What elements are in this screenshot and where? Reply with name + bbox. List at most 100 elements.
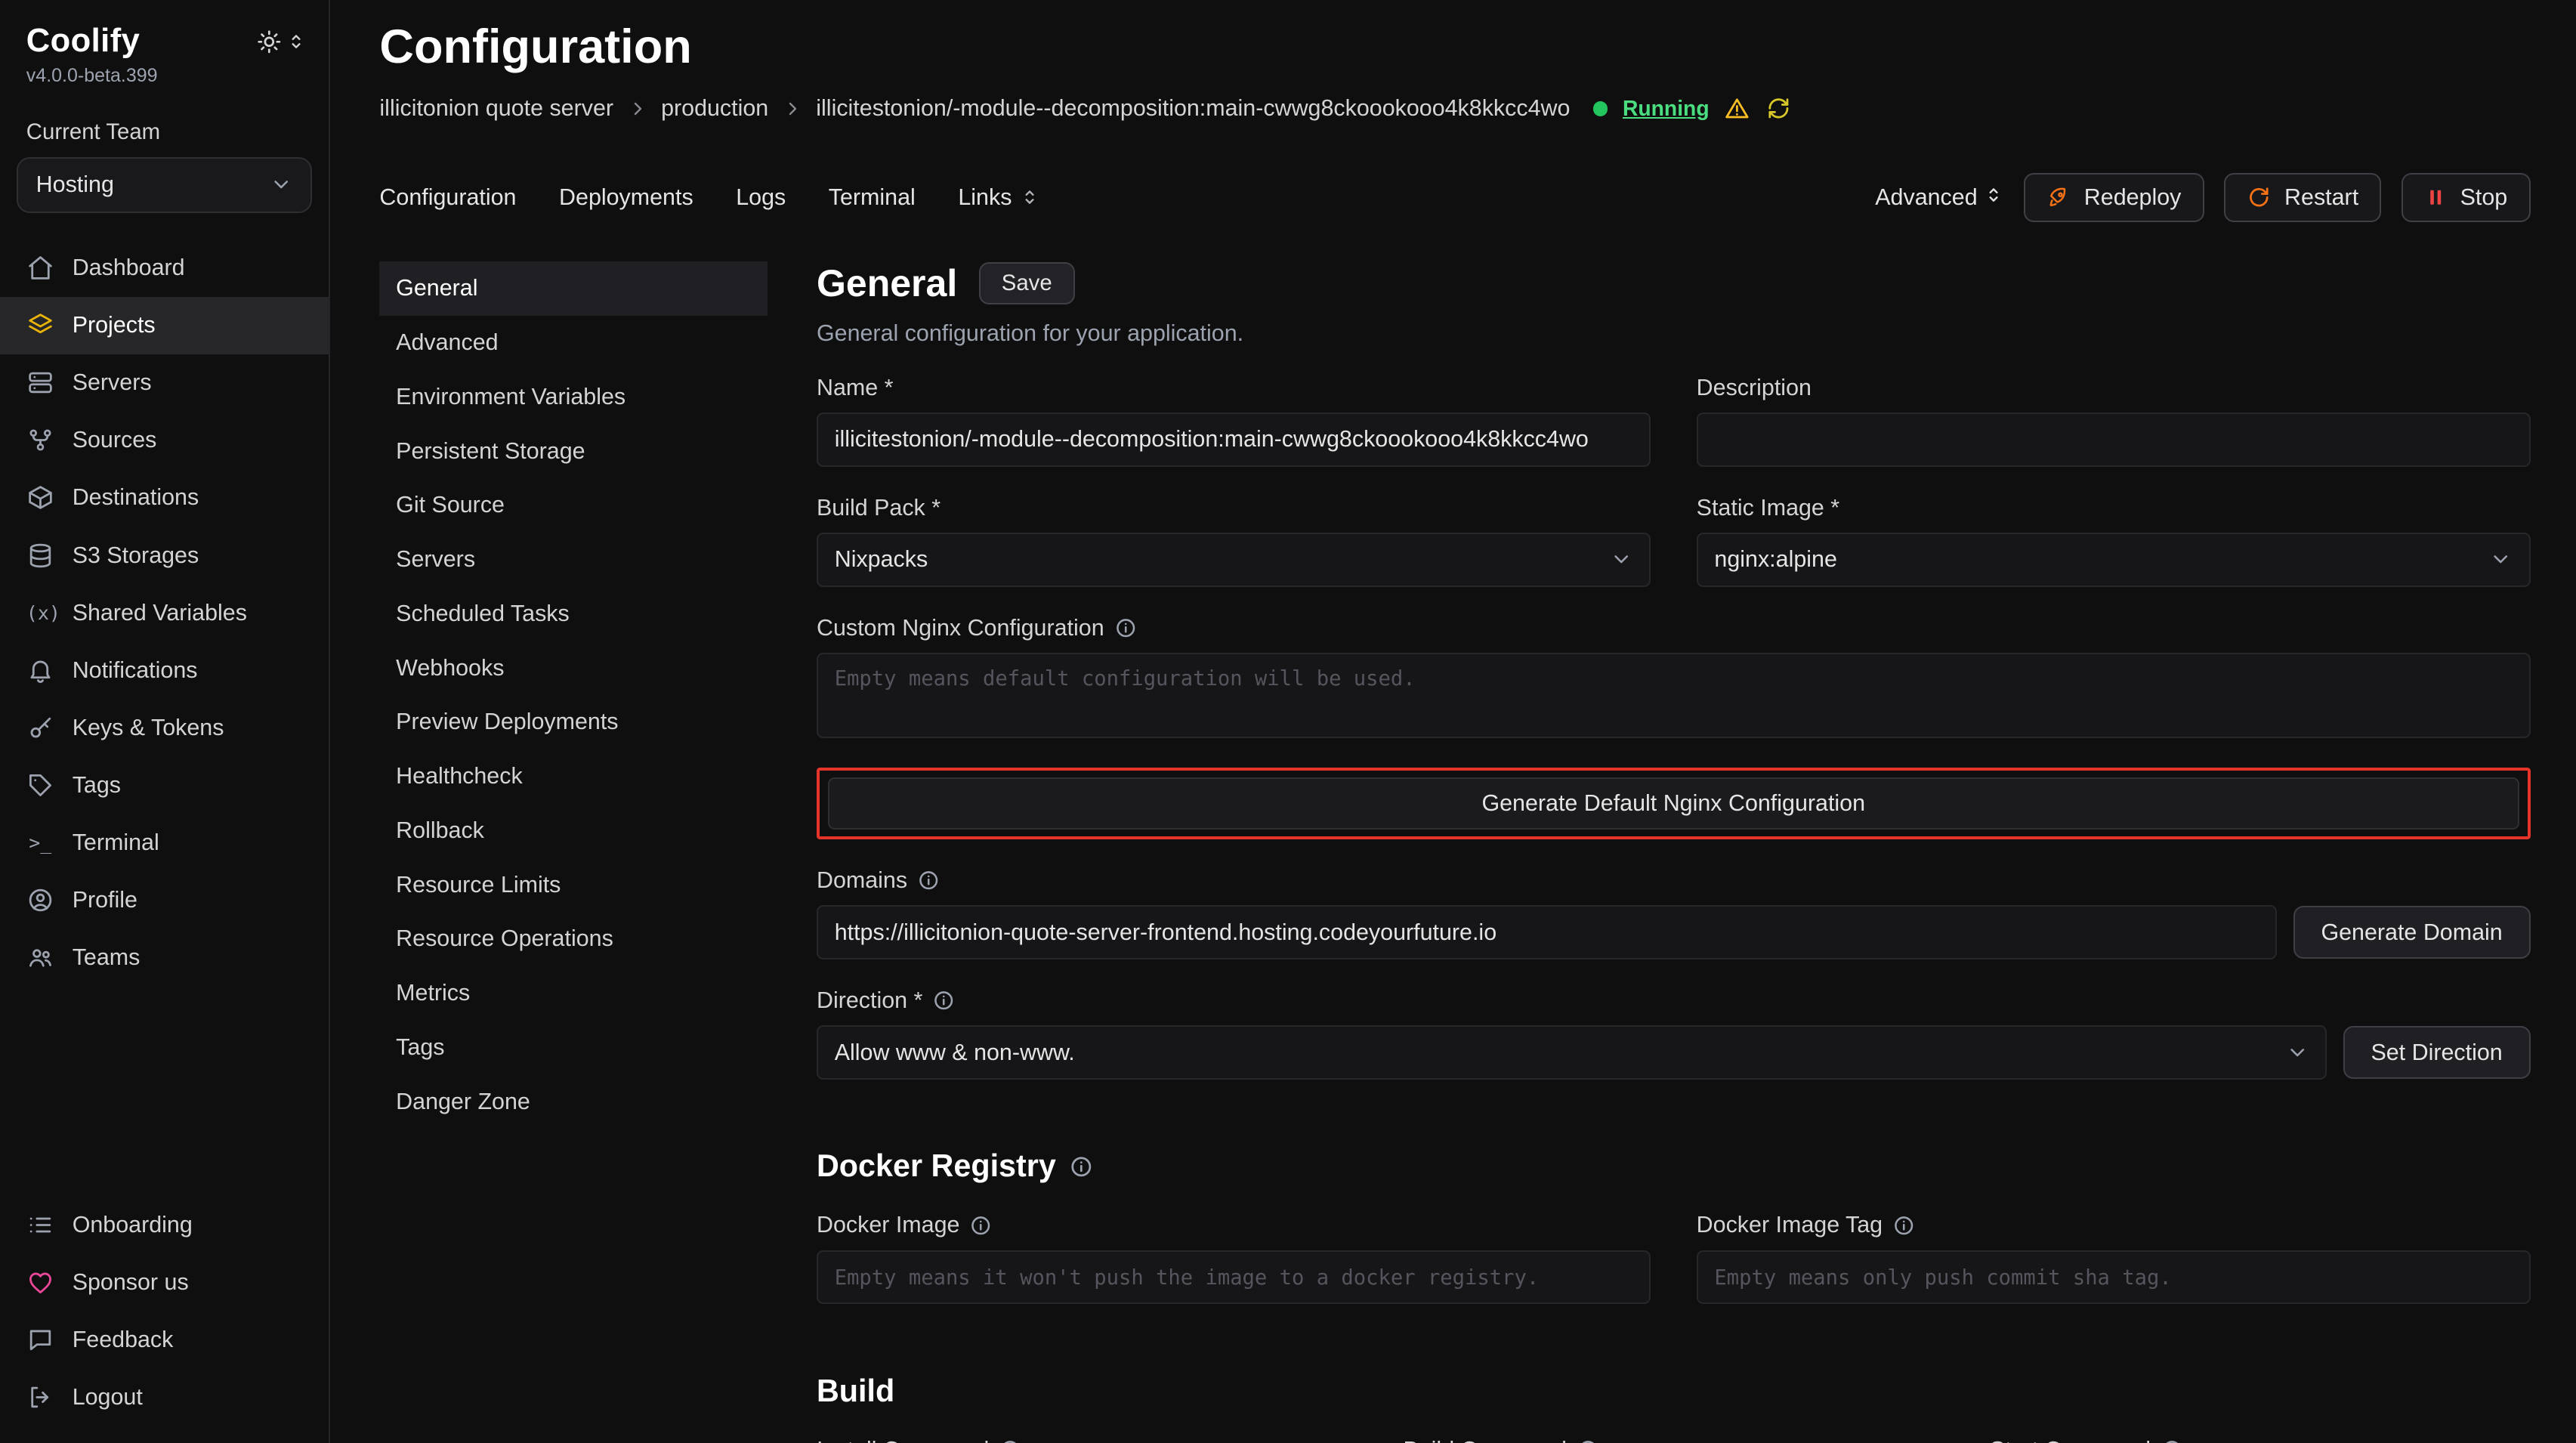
sidebar-item-profile[interactable]: Profile	[0, 872, 329, 929]
save-button[interactable]: Save	[979, 262, 1075, 304]
tab-label: Terminal	[829, 184, 916, 211]
variable-x-icon: (x)	[26, 602, 54, 624]
redeploy-button[interactable]: Redeploy	[2024, 173, 2204, 222]
sidebar: Coolify v4.0.0-beta.399 Current Team Hos…	[0, 0, 330, 1443]
direction-select[interactable]: Allow www & non-www.	[817, 1025, 2327, 1080]
restart-button[interactable]: Restart	[2224, 173, 2382, 222]
sidebar-item-shared-variables[interactable]: (x) Shared Variables	[0, 584, 329, 641]
subnav-item-preview-deployments[interactable]: Preview Deployments	[379, 695, 767, 749]
breadcrumb-project[interactable]: illicitonion quote server	[379, 95, 613, 122]
info-icon[interactable]	[999, 1438, 1021, 1443]
info-icon[interactable]	[1069, 1154, 1094, 1179]
generate-domain-button[interactable]: Generate Domain	[2293, 906, 2531, 958]
info-icon[interactable]	[917, 869, 940, 891]
subnav-item-webhooks[interactable]: Webhooks	[379, 641, 767, 695]
app-logo[interactable]: Coolify	[26, 23, 140, 60]
breadcrumb-environment[interactable]: production	[661, 95, 768, 122]
breadcrumb-resource[interactable]: illicitestonion/-module--decomposition:m…	[816, 95, 1570, 122]
git-fork-icon	[26, 426, 54, 454]
subnav-item-servers[interactable]: Servers	[379, 533, 767, 587]
tab-label: Logs	[736, 184, 786, 211]
sidebar-item-s3-storages[interactable]: S3 Storages	[0, 527, 329, 584]
sidebar-item-label: Dashboard	[73, 255, 185, 281]
start-command-label: Start Command	[1990, 1437, 2531, 1443]
sidebar-item-sources[interactable]: Sources	[0, 412, 329, 469]
subnav-item-resource-limits[interactable]: Resource Limits	[379, 857, 767, 912]
generate-nginx-config-button[interactable]: Generate Default Nginx Configuration	[828, 777, 2519, 830]
subnav-item-persistent-storage[interactable]: Persistent Storage	[379, 424, 767, 478]
subnav-item-general[interactable]: General	[379, 261, 767, 316]
sidebar-item-logout[interactable]: Logout	[0, 1369, 329, 1426]
status-badge[interactable]: Running	[1623, 96, 1710, 121]
tab-configuration[interactable]: Configuration	[379, 184, 516, 211]
sidebar-item-label: S3 Storages	[73, 542, 199, 569]
description-input[interactable]	[1697, 413, 2531, 467]
configuration-content: General Advanced Environment Variables P…	[379, 261, 2530, 1443]
subnav-item-rollback[interactable]: Rollback	[379, 804, 767, 858]
rocket-icon	[2046, 185, 2071, 210]
info-icon[interactable]	[1892, 1214, 1915, 1237]
theme-controls	[257, 29, 306, 54]
tab-deployments[interactable]: Deployments	[559, 184, 693, 211]
description-field-group: Description	[1697, 347, 2531, 467]
sidebar-item-onboarding[interactable]: Onboarding	[0, 1196, 329, 1253]
nginx-config-textarea[interactable]	[817, 653, 2531, 738]
info-icon[interactable]	[2161, 1438, 2183, 1443]
tab-terminal[interactable]: Terminal	[829, 184, 916, 211]
tab-links[interactable]: Links	[958, 184, 1039, 211]
sidebar-item-notifications[interactable]: Notifications	[0, 641, 329, 699]
sidebar-item-dashboard[interactable]: Dashboard	[0, 239, 329, 296]
sidebar-item-label: Terminal	[73, 830, 159, 856]
theme-sun-icon[interactable]	[257, 29, 282, 54]
info-icon[interactable]	[1577, 1438, 1599, 1443]
subnav-item-environment-variables[interactable]: Environment Variables	[379, 370, 767, 425]
sidebar-item-label: Feedback	[73, 1327, 174, 1353]
subnav-item-metrics[interactable]: Metrics	[379, 966, 767, 1021]
app-version: v4.0.0-beta.399	[0, 60, 329, 87]
docker-image-input[interactable]	[817, 1250, 1651, 1305]
stop-button[interactable]: Stop	[2401, 173, 2531, 222]
sidebar-item-projects[interactable]: Projects	[0, 297, 329, 354]
name-input[interactable]	[817, 413, 1651, 467]
docker-registry-title-text: Docker Registry	[817, 1148, 1056, 1184]
subnav-item-tags[interactable]: Tags	[379, 1021, 767, 1075]
server-icon	[26, 369, 54, 397]
sidebar-item-feedback[interactable]: Feedback	[0, 1312, 329, 1369]
subnav-item-healthcheck[interactable]: Healthcheck	[379, 749, 767, 804]
info-icon[interactable]	[969, 1214, 992, 1237]
chevron-down-icon	[1610, 548, 1632, 570]
sidebar-item-label: Tags	[73, 772, 121, 799]
refresh-cycle-icon[interactable]	[1765, 95, 1792, 122]
advanced-menu[interactable]: Advanced	[1875, 184, 2003, 211]
subnav-item-git-source[interactable]: Git Source	[379, 478, 767, 533]
sidebar-item-label: Logout	[73, 1384, 143, 1411]
sidebar-item-terminal[interactable]: >_ Terminal	[0, 814, 329, 872]
docker-image-field-group: Docker Image	[817, 1184, 1651, 1304]
theme-selector-chevron-icon[interactable]	[286, 32, 306, 51]
docker-image-tag-input[interactable]	[1697, 1250, 2531, 1305]
sidebar-item-destinations[interactable]: Destinations	[0, 469, 329, 527]
chevron-up-down-icon	[1020, 187, 1039, 207]
static-image-select[interactable]: nginx:alpine	[1697, 533, 2531, 587]
subnav-item-scheduled-tasks[interactable]: Scheduled Tasks	[379, 587, 767, 641]
sidebar-item-tags[interactable]: Tags	[0, 757, 329, 814]
subnav-item-advanced[interactable]: Advanced	[379, 316, 767, 370]
domains-input[interactable]	[817, 905, 2277, 959]
sidebar-item-servers[interactable]: Servers	[0, 354, 329, 412]
settings-subnav: General Advanced Environment Variables P…	[379, 261, 767, 1129]
stop-pause-icon	[2424, 186, 2447, 209]
info-icon[interactable]	[932, 989, 955, 1012]
sidebar-footer-nav: Onboarding Sponsor us Feedback Logout	[0, 1196, 329, 1426]
subnav-item-resource-operations[interactable]: Resource Operations	[379, 912, 767, 966]
build-pack-select[interactable]: Nixpacks	[817, 533, 1651, 587]
team-select[interactable]: Hosting	[17, 157, 313, 213]
header-actions: Advanced Redeploy Restart Stop	[1875, 173, 2530, 222]
sidebar-item-keys-tokens[interactable]: Keys & Tokens	[0, 699, 329, 756]
sidebar-item-sponsor-us[interactable]: Sponsor us	[0, 1254, 329, 1312]
subnav-item-danger-zone[interactable]: Danger Zone	[379, 1075, 767, 1129]
warning-triangle-icon[interactable]	[1724, 95, 1750, 122]
set-direction-button[interactable]: Set Direction	[2343, 1026, 2531, 1078]
sidebar-item-teams[interactable]: Teams	[0, 929, 329, 987]
tab-logs[interactable]: Logs	[736, 184, 786, 211]
info-icon[interactable]	[1114, 616, 1137, 639]
